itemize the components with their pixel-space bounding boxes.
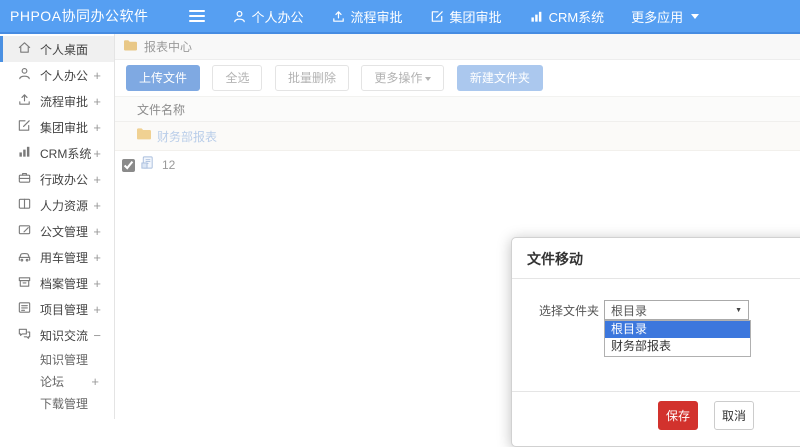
sidebar-item-personal-desktop[interactable]: 个人桌面	[0, 36, 114, 62]
home-icon	[17, 40, 40, 58]
sidebar-item-personal-office[interactable]: 个人办公 +	[0, 62, 114, 88]
batch-delete-button[interactable]: 批量删除	[274, 65, 349, 91]
person-icon	[17, 66, 40, 84]
sidebar-item-workflow-approval[interactable]: 流程审批 +	[0, 88, 114, 114]
table-row-file[interactable]: 12	[115, 151, 800, 179]
table-row-folder[interactable]: 财务部报表	[115, 122, 800, 151]
sidebar-item-admin-office[interactable]: 行政办公 +	[0, 166, 114, 192]
app-brand: PHPOA协同办公软件	[10, 8, 149, 24]
sidebar-subitem-download-mgmt[interactable]: 下载管理	[0, 392, 114, 414]
option-root-directory[interactable]: 根目录	[605, 321, 751, 338]
table-header-file-name: 文件名称	[115, 96, 800, 122]
option-finance-reports[interactable]: 财务部报表	[605, 338, 750, 355]
nav-item-personal-office[interactable]: 个人办公	[232, 7, 304, 26]
caret-down-icon	[691, 13, 700, 19]
file-name: 12	[162, 158, 176, 172]
nav-item-workflow-approval[interactable]: 流程审批	[331, 7, 403, 26]
expand-plus-icon[interactable]: +	[91, 374, 99, 389]
breadcrumb-label: 报表中心	[144, 40, 193, 54]
book-icon	[17, 196, 40, 214]
sidebar-item-knowledge-exchange[interactable]: 知识交流 −	[0, 322, 114, 348]
modal-header: 文件移动	[512, 238, 800, 279]
toolbar: 上传文件 全选 批量删除 更多操作 新建文件夹	[115, 60, 800, 96]
select-all-button[interactable]: 全选	[212, 65, 263, 91]
new-folder-button[interactable]: 新建文件夹	[456, 65, 543, 91]
more-actions-button[interactable]: 更多操作	[361, 65, 445, 91]
breadcrumb: 报表中心	[115, 34, 800, 60]
nav-item-crm[interactable]: CRM系统	[529, 7, 604, 26]
sidebar-item-crm[interactable]: CRM系统 +	[0, 140, 114, 166]
top-navbar: PHPOA协同办公软件 个人办公 流程审批 集团审批 CRM系统 更多应用	[0, 0, 800, 34]
sidebar-item-vehicle-mgmt[interactable]: 用车管理 +	[0, 244, 114, 270]
upload-icon	[331, 9, 346, 24]
expand-plus-icon[interactable]: +	[93, 302, 101, 317]
sidebar: 个人桌面 个人办公 + 流程审批 + 集团审批 + CRM系统 + 行政办公 +	[0, 34, 115, 419]
sidebar-item-document-mgmt[interactable]: 公文管理 +	[0, 218, 114, 244]
expand-plus-icon[interactable]: +	[93, 94, 101, 109]
person-icon	[232, 9, 247, 24]
edit-icon	[430, 9, 445, 24]
folder-name-link[interactable]: 财务部报表	[157, 128, 217, 145]
edit-icon	[17, 118, 40, 136]
chat-icon	[17, 326, 40, 344]
hamburger-menu-icon[interactable]	[188, 7, 205, 25]
expand-plus-icon[interactable]: +	[93, 276, 101, 291]
select-folder-label: 选择文件夹	[539, 303, 600, 318]
expand-plus-icon[interactable]: +	[93, 68, 101, 83]
sidebar-item-project-mgmt[interactable]: 项目管理 +	[0, 296, 114, 322]
folder-select[interactable]: 根目录 ▼	[604, 300, 750, 320]
project-icon	[17, 300, 40, 318]
nav-item-more-apps[interactable]: 更多应用	[631, 7, 700, 26]
file-move-modal: 文件移动 选择文件夹 根目录 ▼ 根目录 财务部报表 保存 取消	[511, 237, 800, 447]
expand-plus-icon[interactable]: +	[93, 250, 101, 265]
folder-icon	[123, 39, 138, 55]
upload-file-button[interactable]: 上传文件	[126, 65, 201, 91]
sidebar-subitem-forum[interactable]: 论坛 +	[0, 370, 114, 392]
expand-plus-icon[interactable]: +	[93, 120, 101, 135]
sidebar-item-hr[interactable]: 人力资源 +	[0, 192, 114, 218]
briefcase-icon	[17, 170, 40, 188]
modal-footer: 保存 取消	[512, 391, 800, 439]
file-icon	[140, 155, 155, 175]
car-icon	[17, 248, 40, 266]
expand-plus-icon[interactable]: +	[93, 172, 101, 187]
document-icon	[17, 222, 40, 240]
collapse-minus-icon[interactable]: −	[93, 328, 101, 343]
folder-select-options: 根目录 财务部报表	[604, 320, 752, 357]
folder-icon	[136, 127, 152, 146]
save-button[interactable]: 保存	[658, 401, 699, 430]
chart-icon	[17, 144, 40, 162]
sidebar-item-archive-mgmt[interactable]: 档案管理 +	[0, 270, 114, 296]
sidebar-item-group-approval[interactable]: 集团审批 +	[0, 114, 114, 140]
archive-icon	[17, 274, 40, 292]
sidebar-subitem-knowledge-mgmt[interactable]: 知识管理	[0, 348, 114, 370]
expand-plus-icon[interactable]: +	[93, 146, 101, 161]
folder-select-value: 根目录	[611, 303, 648, 318]
modal-body: 选择文件夹 根目录 ▼ 根目录 财务部报表	[512, 279, 800, 391]
expand-plus-icon[interactable]: +	[93, 224, 101, 239]
nav-item-group-approval[interactable]: 集团审批	[430, 7, 502, 26]
caret-down-icon	[425, 76, 432, 81]
select-caret-icon: ▼	[735, 306, 743, 314]
cancel-button[interactable]: 取消	[714, 401, 755, 430]
upload-icon	[17, 92, 40, 110]
chart-icon	[529, 9, 544, 24]
expand-plus-icon[interactable]: +	[93, 198, 101, 213]
file-row-checkbox[interactable]	[122, 158, 135, 172]
modal-title: 文件移动	[527, 251, 583, 267]
